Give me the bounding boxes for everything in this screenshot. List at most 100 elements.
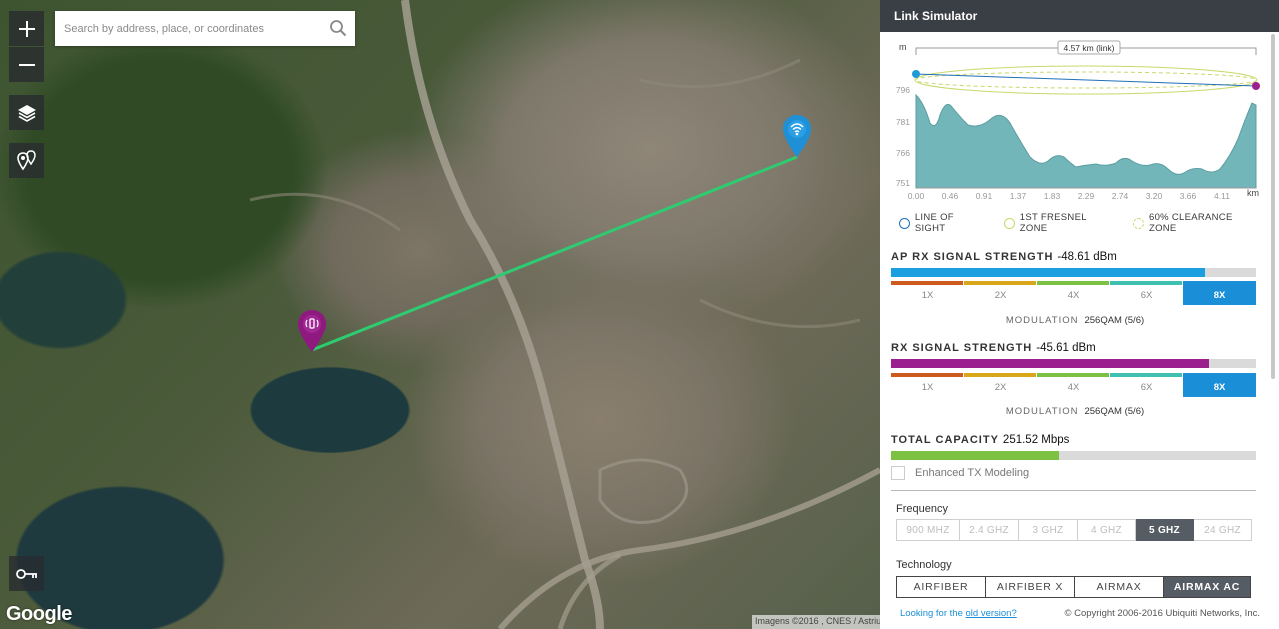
- y-tick: 781: [896, 117, 910, 127]
- rate-strip: [1110, 281, 1182, 285]
- divider: [891, 490, 1256, 491]
- old-version-link[interactable]: old version?: [966, 608, 1017, 619]
- technology-option-airfiber-x[interactable]: AIRFIBER X: [986, 576, 1075, 598]
- legend-line-of-sight: LINE OF SIGHT: [899, 212, 986, 234]
- rx-signal-value: -45.61 dBm: [1036, 342, 1096, 354]
- elevation-profile: m km 4.57 km (link) 796 781 766 751 0.00…: [880, 33, 1270, 203]
- rate-strip: [964, 373, 1036, 377]
- key-icon: [15, 568, 37, 579]
- rx-modulation: MODULATION 256QAM (5/6): [880, 406, 1270, 417]
- rx-signal-bar: [891, 359, 1256, 368]
- frequency-option-2-4-ghz[interactable]: 2.4 GHZ: [960, 519, 1019, 541]
- link-distance-label: 4.57 km (link): [1063, 43, 1114, 53]
- search-box[interactable]: [55, 11, 355, 46]
- profile-legend: LINE OF SIGHT 1ST FRESNEL ZONE 60% CLEAR…: [899, 212, 1279, 234]
- rate-label: 4X: [1067, 290, 1080, 301]
- ap-rx-signal-label: AP RX SIGNAL STRENGTH: [891, 251, 1054, 263]
- location-pins-button[interactable]: [9, 143, 44, 178]
- rx-signal-fill: [891, 359, 1209, 368]
- x-tick: 3.20: [1146, 191, 1163, 201]
- rx-rate-6x: 6X: [1110, 373, 1183, 397]
- rate-label: 8X: [1213, 382, 1226, 393]
- frequency-selector: 900 MHZ 2.4 GHZ 3 GHZ 4 GHZ 5 GHZ 24 GHZ: [896, 519, 1252, 541]
- rx-rates: 1X 2X 4X 6X 8X: [891, 373, 1256, 397]
- panel-scrollbar[interactable]: [1271, 34, 1275, 379]
- ap-rx-signal-fill: [891, 268, 1205, 277]
- satellite-map[interactable]: Google Imagens ©2016 , CNES / Astrium: [0, 0, 880, 629]
- layers-button[interactable]: [9, 95, 44, 130]
- technology-option-airmax-ac[interactable]: AIRMAX AC: [1164, 576, 1251, 598]
- access-point-pin[interactable]: [783, 115, 811, 162]
- legend-label: 1ST FRESNEL ZONE: [1019, 212, 1087, 234]
- rate-strip: [1110, 373, 1182, 377]
- enhanced-tx-label: Enhanced TX Modeling: [915, 467, 1030, 479]
- google-logo: Google: [6, 603, 72, 625]
- link-line: [311, 155, 798, 352]
- panel-title: Link Simulator: [880, 0, 1279, 32]
- technology-option-airmax[interactable]: AIRMAX: [1075, 576, 1164, 598]
- rx-rate-4x: 4X: [1037, 373, 1110, 397]
- ap-rx-rate-8x: 8X: [1183, 281, 1256, 305]
- ap-rx-signal-bar: [891, 268, 1256, 277]
- link-simulator-panel: Link Simulator m km 4.57 km (link) 796 7…: [880, 0, 1279, 629]
- search-input[interactable]: [64, 22, 319, 35]
- rx-rate-8x: 8X: [1183, 373, 1256, 397]
- old-version-prefix: Looking for the: [900, 608, 966, 619]
- x-tick: 1.37: [1010, 191, 1027, 201]
- ap-rx-rate-4x: 4X: [1037, 281, 1110, 305]
- ap-rx-signal-title: AP RX SIGNAL STRENGTH -48.61 dBm: [891, 251, 1117, 263]
- x-tick: 3.66: [1180, 191, 1197, 201]
- x-tick: 4.11: [1214, 191, 1230, 201]
- x-tick: 0.91: [976, 191, 993, 201]
- total-capacity-value: 251.52 Mbps: [1002, 434, 1070, 446]
- x-tick: 2.74: [1112, 191, 1129, 201]
- frequency-option-900-mhz[interactable]: 900 MHZ: [896, 519, 960, 541]
- legend-clearance: 60% CLEARANCE ZONE: [1133, 212, 1261, 234]
- zoom-out-button[interactable]: [9, 47, 44, 82]
- rate-strip: [1037, 281, 1109, 285]
- total-capacity-title: TOTAL CAPACITY 251.52 Mbps: [891, 434, 1069, 446]
- technology-option-airfiber[interactable]: AIRFIBER: [896, 576, 986, 598]
- y-tick: 766: [896, 148, 910, 158]
- rx-signal-title: RX SIGNAL STRENGTH -45.61 dBm: [891, 342, 1096, 354]
- frequency-option-3-ghz[interactable]: 3 GHZ: [1019, 519, 1078, 541]
- modulation-value: 256QAM (5/6): [1084, 406, 1145, 417]
- frequency-option-5-ghz[interactable]: 5 GHZ: [1136, 519, 1194, 541]
- old-version-text: Looking for the old version?: [900, 608, 1017, 619]
- line-of-sight-icon: [899, 217, 910, 229]
- profile-unit-y: m: [899, 42, 907, 52]
- terrain-area: [915, 93, 1257, 189]
- modulation-label: MODULATION: [1005, 315, 1079, 326]
- total-capacity-fill: [891, 451, 1059, 460]
- ap-rx-rate-6x: 6X: [1110, 281, 1183, 305]
- ap-rx-rate-2x: 2X: [964, 281, 1037, 305]
- search-icon[interactable]: [329, 19, 347, 37]
- zoom-in-button[interactable]: [9, 11, 44, 46]
- rate-label: 2X: [994, 290, 1007, 301]
- minus-icon: [18, 63, 35, 66]
- rate-strip: [964, 281, 1036, 285]
- layers-icon: [17, 104, 36, 122]
- profile-unit-x: km: [1247, 188, 1259, 198]
- key-button[interactable]: [9, 556, 44, 591]
- enhanced-tx-toggle[interactable]: Enhanced TX Modeling: [891, 466, 1029, 480]
- frequency-label: Frequency: [896, 503, 948, 515]
- map-roads: [249, 0, 880, 629]
- modulation-label: MODULATION: [1005, 406, 1079, 417]
- enhanced-tx-checkbox[interactable]: [891, 466, 905, 480]
- rate-label: 2X: [994, 382, 1007, 393]
- technology-selector: AIRFIBER AIRFIBER X AIRMAX AIRMAX AC: [896, 576, 1251, 598]
- x-tick: 2.29: [1078, 191, 1095, 201]
- frequency-option-24-ghz[interactable]: 24 GHZ: [1194, 519, 1252, 541]
- plus-icon: [18, 20, 35, 37]
- y-tick: 796: [896, 85, 910, 95]
- clearance-zone-icon: [1133, 217, 1144, 229]
- station-pin[interactable]: [298, 310, 326, 357]
- legend-label: LINE OF SIGHT: [914, 212, 954, 234]
- rx-rate-2x: 2X: [964, 373, 1037, 397]
- elevation-profile-chart: m km 4.57 km (link) 796 781 766 751 0.00…: [896, 40, 1260, 201]
- line-of-sight: [915, 73, 1257, 87]
- rate-label: 1X: [921, 382, 934, 393]
- ap-rx-signal-value: -48.61 dBm: [1057, 251, 1117, 263]
- frequency-option-4-ghz[interactable]: 4 GHZ: [1078, 519, 1136, 541]
